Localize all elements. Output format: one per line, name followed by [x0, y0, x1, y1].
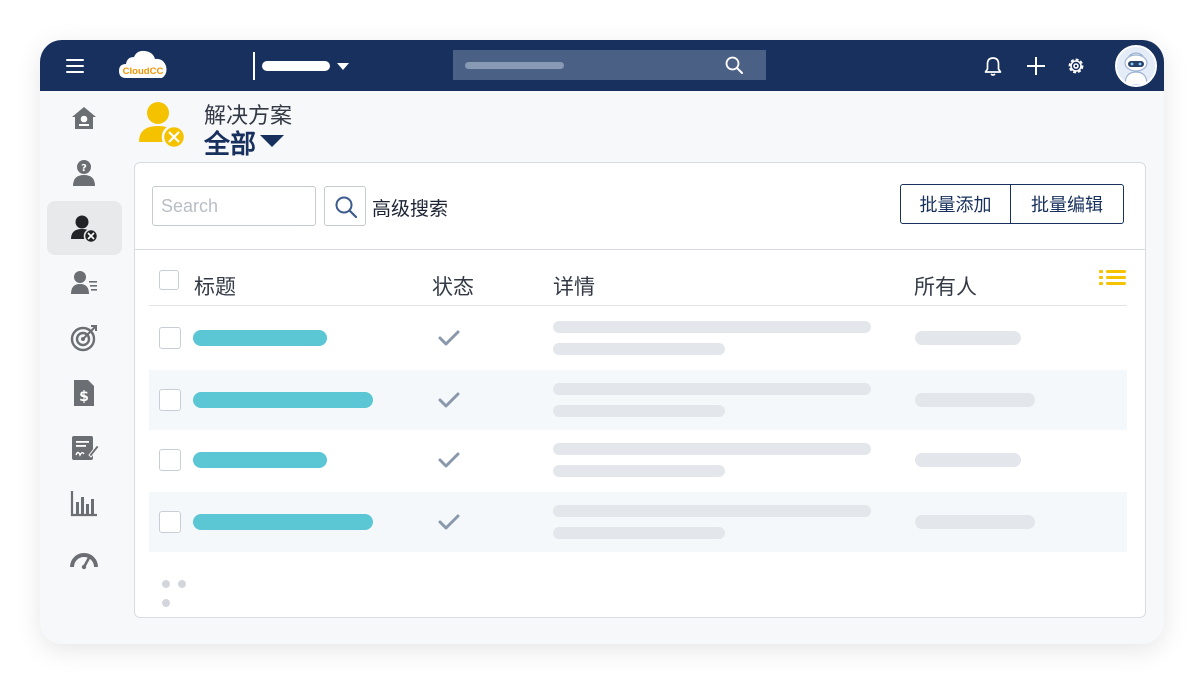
question-person-icon: ?	[73, 160, 95, 186]
toolbar-divider	[135, 249, 1145, 250]
svg-text:$: $	[79, 389, 89, 405]
sidebar-item-goals[interactable]	[47, 311, 122, 365]
table-row[interactable]	[149, 430, 1127, 490]
checkmark-icon	[438, 452, 460, 468]
gauge-icon	[70, 553, 98, 570]
row-checkbox[interactable]	[159, 389, 181, 411]
list-view-selector[interactable]: 全部	[204, 124, 285, 160]
search-icon[interactable]	[725, 56, 743, 74]
select-all-checkbox[interactable]	[159, 270, 179, 290]
search-input[interactable]	[152, 186, 316, 226]
owner-placeholder	[915, 331, 1021, 345]
sidebar-item-reports[interactable]	[47, 476, 122, 530]
column-header-status[interactable]: 状态	[432, 271, 474, 301]
home-icon	[72, 107, 96, 129]
owner-placeholder	[915, 515, 1035, 529]
bulk-actions: 批量添加 批量编辑	[900, 184, 1124, 224]
sidebar-item-invoices[interactable]: $	[47, 366, 122, 420]
svg-text:?: ?	[81, 163, 87, 174]
sidebar-item-questions[interactable]: ?	[47, 146, 122, 200]
app-name-placeholder	[262, 61, 330, 71]
owner-placeholder	[915, 393, 1035, 407]
chevron-down-icon	[337, 63, 349, 70]
gear-icon[interactable]	[1065, 55, 1087, 77]
more-dots-icon[interactable]	[162, 573, 206, 607]
sidebar-item-solutions[interactable]	[47, 201, 122, 255]
sidebar-item-contacts[interactable]	[47, 256, 122, 310]
details-placeholder	[553, 505, 871, 517]
app-switcher-dropdown[interactable]	[262, 59, 356, 73]
sidebar-item-contracts[interactable]	[47, 421, 122, 475]
row-checkbox[interactable]	[159, 327, 181, 349]
details-placeholder	[553, 321, 871, 333]
user-avatar[interactable]	[1115, 45, 1157, 87]
bulk-add-button[interactable]: 批量添加	[900, 184, 1011, 224]
bar-chart-icon	[70, 491, 97, 517]
record-title-link[interactable]	[193, 514, 373, 530]
global-search-box[interactable]	[453, 50, 766, 80]
chevron-down-icon	[260, 135, 285, 147]
details-placeholder	[553, 443, 871, 455]
top-nav-bar: CloudCC	[40, 40, 1164, 91]
svg-text:CloudCC: CloudCC	[123, 66, 164, 77]
solutions-icon	[71, 215, 99, 243]
search-button[interactable]	[324, 186, 366, 226]
table-row[interactable]	[149, 308, 1127, 368]
app-window: CloudCC ? $ 解决方案 全部 Search 高级搜索 批量添加 批量编…	[40, 40, 1164, 644]
advanced-search-link[interactable]: 高级搜索	[372, 194, 448, 221]
target-icon	[70, 325, 97, 352]
column-header-title[interactable]: 标题	[194, 271, 236, 301]
record-title-link[interactable]	[193, 452, 327, 468]
solutions-object-icon	[139, 102, 187, 150]
contact-list-icon	[71, 271, 97, 294]
sign-document-icon	[72, 436, 99, 460]
search-icon	[335, 196, 358, 219]
robot-avatar-icon	[1117, 47, 1155, 85]
column-header-details[interactable]: 详情	[553, 271, 595, 301]
record-title-link[interactable]	[193, 330, 327, 346]
plus-icon[interactable]	[1025, 55, 1047, 77]
list-settings-icon[interactable]	[1099, 269, 1127, 291]
checkmark-icon	[438, 392, 460, 408]
cloudcc-logo[interactable]: CloudCC	[118, 48, 168, 82]
sidebar-item-dashboard[interactable]	[47, 531, 122, 585]
hamburger-menu-icon[interactable]	[66, 59, 84, 73]
details-placeholder	[553, 465, 725, 477]
owner-placeholder	[915, 453, 1021, 467]
row-checkbox[interactable]	[159, 449, 181, 471]
details-placeholder	[553, 343, 725, 355]
bulk-edit-button[interactable]: 批量编辑	[1011, 184, 1124, 224]
bell-icon[interactable]	[982, 55, 1004, 77]
record-title-link[interactable]	[193, 392, 373, 408]
row-checkbox[interactable]	[159, 511, 181, 533]
table-row[interactable]	[149, 370, 1127, 430]
checkmark-icon	[438, 514, 460, 530]
column-header-owner[interactable]: 所有人	[914, 271, 977, 301]
sidebar: ? $	[40, 91, 132, 644]
table-row[interactable]	[149, 492, 1127, 552]
details-placeholder	[553, 527, 725, 539]
nav-divider	[253, 52, 255, 80]
list-view-card: 高级搜索 批量添加 批量编辑 标题 状态 详情 所有人	[134, 162, 1146, 618]
details-placeholder	[553, 405, 725, 417]
sidebar-item-home[interactable]	[47, 91, 122, 145]
header-divider	[149, 305, 1127, 306]
search-placeholder-bar	[465, 62, 564, 69]
checkmark-icon	[438, 330, 460, 346]
invoice-dollar-icon: $	[74, 380, 94, 406]
details-placeholder	[553, 383, 871, 395]
view-name: 全部	[204, 130, 257, 160]
